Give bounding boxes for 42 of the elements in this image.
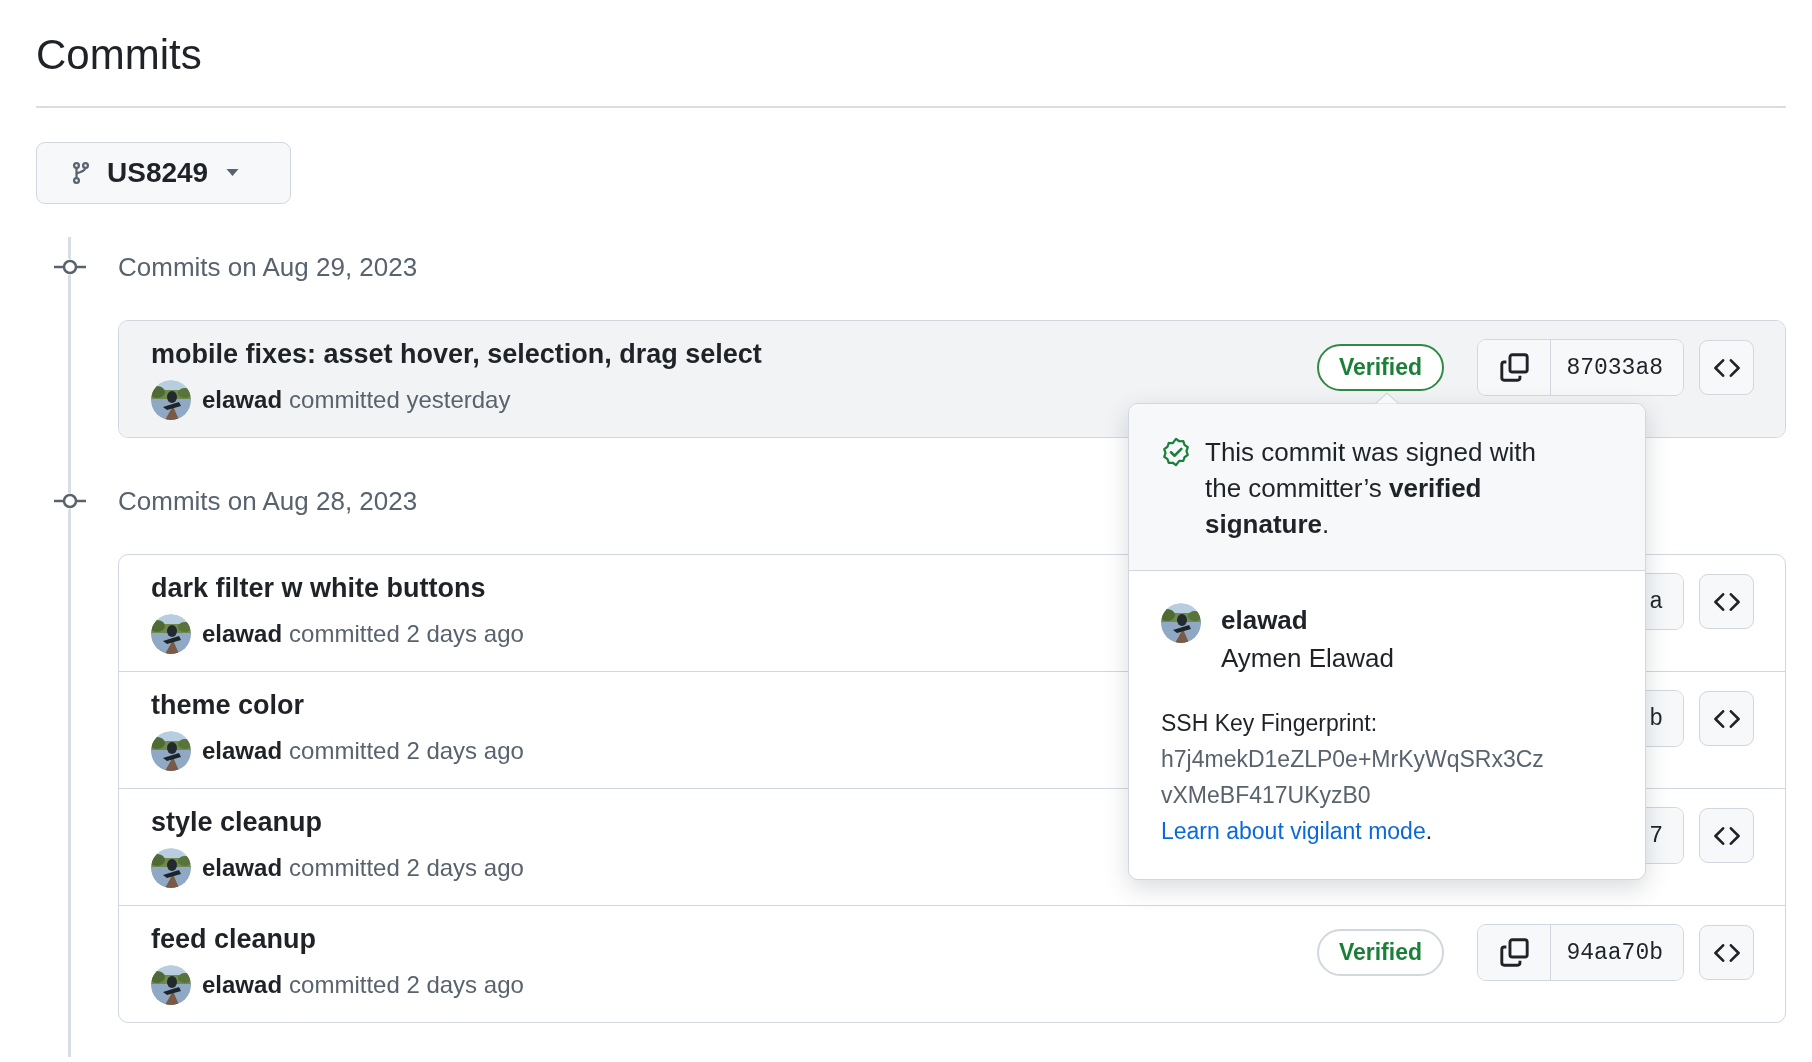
browse-code-button[interactable] [1699,691,1754,746]
author-link[interactable]: elawad [202,736,283,765]
commit-time: committed 2 days ago [289,970,524,999]
full-name: Aymen Elawad [1221,642,1394,675]
caret-icon [226,169,240,177]
date-heading: Commits on Aug 28, 2023 [118,485,418,517]
code-icon [1713,709,1740,728]
vigilant-mode-link[interactable]: Learn about vigilant mode [1161,818,1426,844]
commit-time: committed yesterday [289,385,511,414]
commit-title-link[interactable]: mobile fixes: asset hover, selection, drag select [151,338,762,370]
branch-selector[interactable]: US8249 [36,142,291,204]
commit-title-link[interactable]: dark filter w white buttons [151,572,524,604]
browse-code-button[interactable] [1699,925,1754,980]
fingerprint-value: h7j4mekD1eZLP0e+MrKyWqSRx3CzvXMeBF417UKyzB0 [1161,745,1545,810]
verified-icon [1161,437,1191,467]
code-icon [1713,943,1740,962]
date-heading: Commits on Aug 29, 2023 [118,251,418,283]
code-icon [1713,358,1740,377]
author-link[interactable]: elawad [202,970,283,999]
code-icon [1713,592,1740,611]
page-title: Commits [36,30,203,80]
commit-time: committed 2 days ago [289,619,524,648]
commit-time: committed 2 days ago [289,853,524,882]
author-link[interactable]: elawad [202,619,283,648]
username-link[interactable]: elawad [1221,601,1394,639]
copy-icon [1499,938,1529,967]
commit-time: committed 2 days ago [289,736,524,765]
author-link[interactable]: elawad [202,853,283,882]
browse-code-button[interactable] [1699,808,1754,863]
signature-message: This commit was signed with the committer’s verified signature. [1205,436,1537,541]
verified-badge[interactable]: Verified [1316,344,1444,391]
author-link[interactable]: elawad [202,385,283,414]
commit-title-link[interactable]: feed cleanup [151,923,524,955]
code-icon [1713,826,1740,845]
verified-badge[interactable]: Verified [1316,929,1444,976]
fingerprint-label: SSH Key Fingerprint: [1161,709,1378,738]
browse-code-button[interactable] [1699,574,1754,629]
copy-icon [1499,353,1529,382]
help-text: Learn about vigilant mode. [1161,817,1434,846]
commit-title-link[interactable]: theme color [151,689,524,721]
browse-code-button[interactable] [1699,340,1754,395]
commit-title-link[interactable]: style cleanup [151,806,524,838]
